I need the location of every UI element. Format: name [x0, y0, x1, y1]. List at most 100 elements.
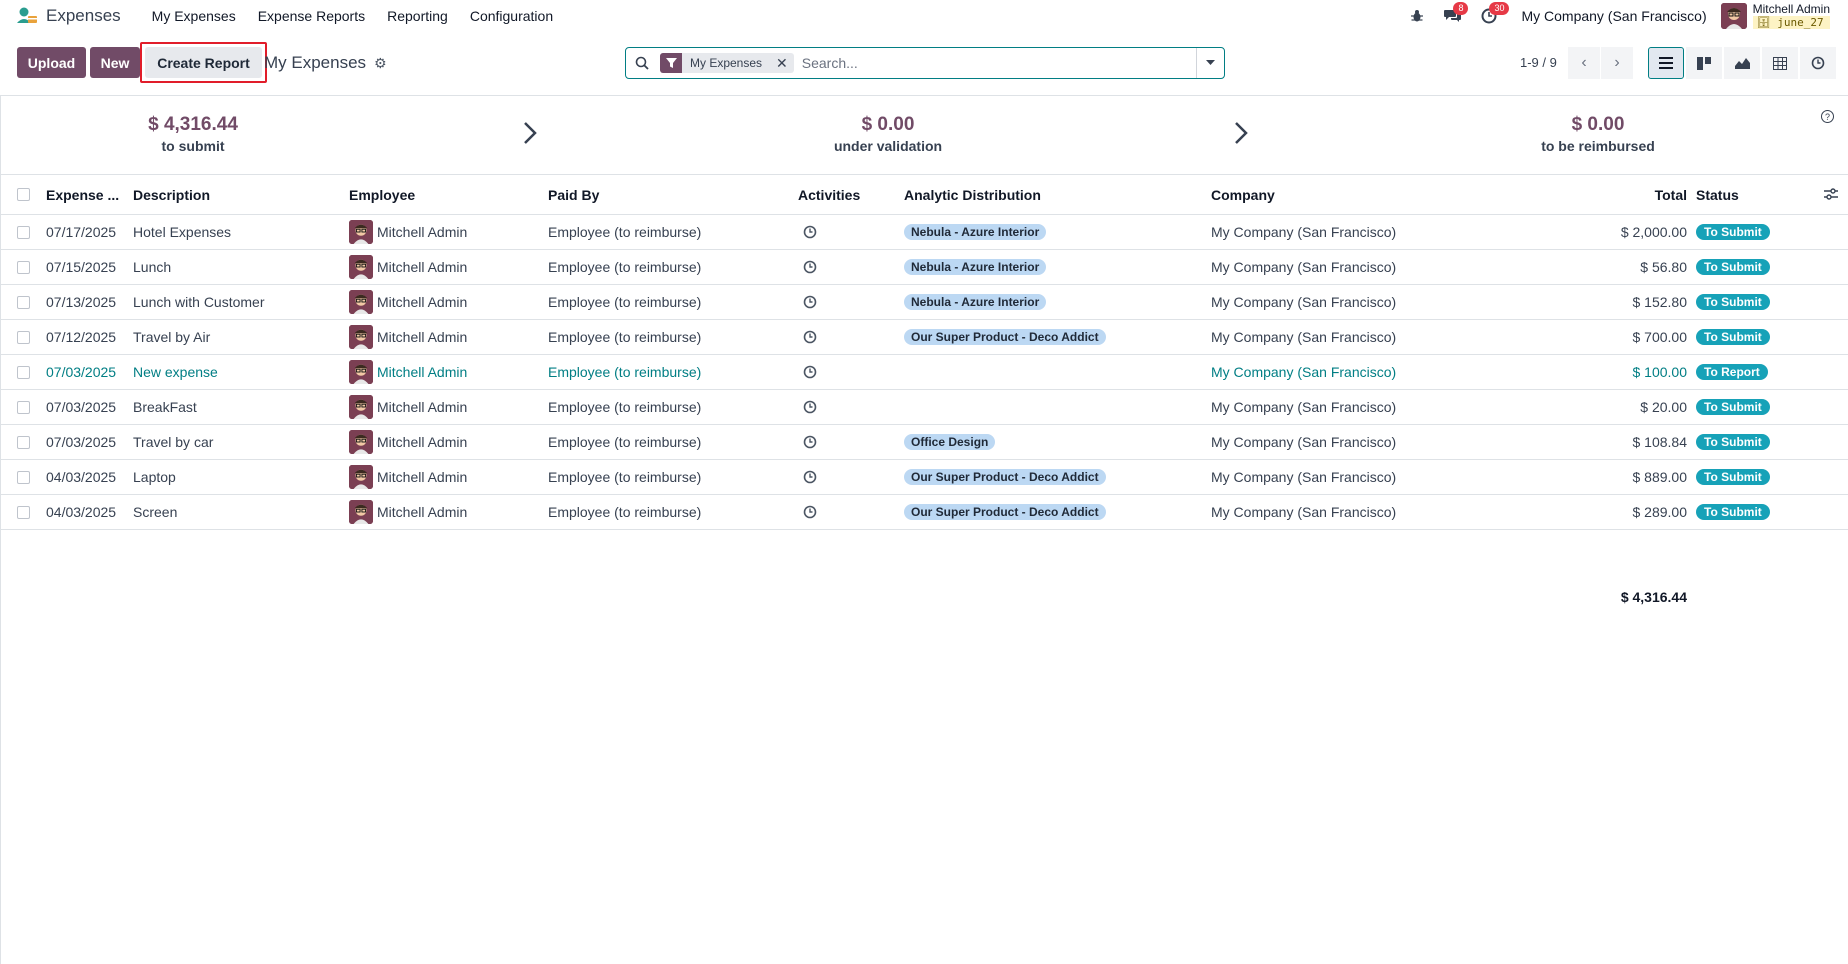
pager-next-icon[interactable]: › [1601, 47, 1633, 79]
col-date[interactable]: Expense ... [46, 175, 119, 214]
row-total: $ 700.00 [1632, 329, 1688, 345]
row-company: My Company (San Francisco) [1211, 504, 1397, 520]
employee-name: Mitchell Admin [377, 224, 468, 240]
row-checkbox[interactable] [17, 495, 30, 529]
row-paid-by: Employee (to reimburse) [548, 504, 702, 520]
employee-name: Mitchell Admin [377, 259, 468, 275]
company-switcher[interactable]: My Company (San Francisco) [1521, 8, 1706, 24]
menu-configuration[interactable]: Configuration [459, 8, 564, 24]
col-activities[interactable]: Activities [798, 175, 860, 214]
app-brand[interactable]: Expenses [16, 6, 121, 26]
filter-icon [660, 53, 682, 73]
col-employee[interactable]: Employee [349, 175, 415, 214]
top-navbar: Expenses My Expenses Expense Reports Rep… [0, 0, 1848, 31]
employee-name: Mitchell Admin [377, 504, 468, 520]
row-company: My Company (San Francisco) [1211, 294, 1397, 310]
row-checkbox[interactable] [17, 460, 30, 494]
row-checkbox[interactable] [17, 285, 30, 319]
activity-clock-icon[interactable] [803, 215, 817, 249]
help-icon[interactable]: ? [1821, 110, 1834, 123]
pager-previous-icon[interactable]: ‹ [1568, 47, 1600, 79]
col-analytic[interactable]: Analytic Distribution [904, 175, 1041, 214]
row-date: 07/17/2025 [46, 224, 117, 240]
menu-my-expenses[interactable]: My Expenses [141, 8, 247, 24]
activity-clock-icon[interactable] [803, 320, 817, 354]
activity-clock-icon[interactable] [803, 390, 817, 424]
status-badge: To Submit [1696, 259, 1770, 275]
table-row[interactable]: 07/03/2025 Travel by car Mitchell Admin … [0, 425, 1848, 460]
menu-reporting[interactable]: Reporting [376, 8, 459, 24]
col-status[interactable]: Status [1696, 175, 1739, 214]
optional-columns-icon[interactable] [1824, 187, 1838, 203]
row-paid-by: Employee (to reimburse) [548, 224, 702, 240]
stage-under-validation[interactable]: $ 0.00 under validation [758, 114, 1018, 154]
employee-avatar [349, 220, 373, 244]
search-input[interactable] [801, 55, 1196, 71]
messages-icon[interactable]: 8 [1439, 1, 1469, 28]
list-view-icon[interactable] [1648, 47, 1684, 79]
pager-value[interactable]: 1-9 / 9 [1520, 55, 1557, 70]
debug-bug-icon[interactable] [1403, 4, 1431, 28]
expenses-app-icon [17, 7, 37, 23]
row-paid-by: Employee (to reimburse) [548, 329, 702, 345]
kanban-view-icon[interactable] [1686, 47, 1722, 79]
activity-clock-icon[interactable] [803, 495, 817, 529]
table-row[interactable]: 07/12/2025 Travel by Air Mitchell Admin … [0, 320, 1848, 355]
col-company[interactable]: Company [1211, 175, 1275, 214]
user-menu[interactable]: Mitchell Admin 🗄 june_27 [1720, 2, 1830, 29]
row-total: $ 108.84 [1632, 434, 1688, 450]
search-icon[interactable] [626, 56, 658, 70]
employee-avatar [349, 465, 373, 489]
row-company: My Company (San Francisco) [1211, 224, 1397, 240]
pivot-view-icon[interactable] [1762, 47, 1798, 79]
stage-to-submit[interactable]: $ 4,316.44 to submit [63, 114, 323, 154]
analytic-tag: Our Super Product - Deco Addict [904, 329, 1106, 345]
search-facet: My Expenses ✕ [660, 53, 794, 73]
employee-avatar [349, 395, 373, 419]
col-total[interactable]: Total [1560, 175, 1687, 214]
activity-view-icon[interactable] [1800, 47, 1836, 79]
row-employee: Mitchell Admin [349, 215, 467, 249]
facet-remove-icon[interactable]: ✕ [770, 55, 794, 72]
row-description: Lunch [133, 259, 172, 275]
activity-clock-icon[interactable] [803, 355, 817, 389]
create-report-button[interactable]: Create Report [145, 47, 262, 78]
row-employee: Mitchell Admin [349, 460, 467, 494]
row-analytic: Our Super Product - Deco Addict [904, 495, 1106, 529]
new-button[interactable]: New [90, 47, 140, 78]
table-row[interactable]: 04/03/2025 Laptop Mitchell Admin Employe… [0, 460, 1848, 495]
row-checkbox[interactable] [17, 215, 30, 249]
row-paid-by: Employee (to reimburse) [548, 364, 702, 380]
menu-expense-reports[interactable]: Expense Reports [247, 8, 376, 24]
upload-button[interactable]: Upload [17, 47, 86, 78]
status-badge: To Submit [1696, 329, 1770, 345]
graph-view-icon[interactable] [1724, 47, 1760, 79]
row-date: 04/03/2025 [46, 469, 117, 485]
row-checkbox[interactable] [17, 250, 30, 284]
table-row[interactable]: 07/03/2025 BreakFast Mitchell Admin Empl… [0, 390, 1848, 425]
row-paid-by: Employee (to reimburse) [548, 469, 702, 485]
row-checkbox[interactable] [17, 390, 30, 424]
row-checkbox[interactable] [17, 320, 30, 354]
row-analytic: Our Super Product - Deco Addict [904, 460, 1106, 494]
activities-clock-icon[interactable]: 30 [1475, 1, 1510, 28]
table-row[interactable]: 04/03/2025 Screen Mitchell Admin Employe… [0, 495, 1848, 530]
search-options-toggle[interactable] [1196, 48, 1224, 78]
row-checkbox[interactable] [17, 425, 30, 459]
activity-clock-icon[interactable] [803, 250, 817, 284]
activity-clock-icon[interactable] [803, 285, 817, 319]
table-row[interactable]: 07/03/2025 New expense Mitchell Admin Em… [0, 355, 1848, 390]
app-title[interactable]: Expenses [46, 6, 121, 26]
user-avatar[interactable] [1720, 2, 1747, 29]
select-all-checkbox[interactable] [17, 175, 30, 214]
col-paid-by[interactable]: Paid By [548, 175, 599, 214]
table-row[interactable]: 07/15/2025 Lunch Mitchell Admin Employee… [0, 250, 1848, 285]
activity-clock-icon[interactable] [803, 460, 817, 494]
activity-clock-icon[interactable] [803, 425, 817, 459]
row-checkbox[interactable] [17, 355, 30, 389]
gear-icon[interactable]: ⚙ [374, 55, 387, 72]
col-description[interactable]: Description [133, 175, 210, 214]
table-row[interactable]: 07/13/2025 Lunch with Customer Mitchell … [0, 285, 1848, 320]
table-row[interactable]: 07/17/2025 Hotel Expenses Mitchell Admin… [0, 215, 1848, 250]
stage-to-be-reimbursed[interactable]: $ 0.00 to be reimbursed [1468, 114, 1728, 154]
